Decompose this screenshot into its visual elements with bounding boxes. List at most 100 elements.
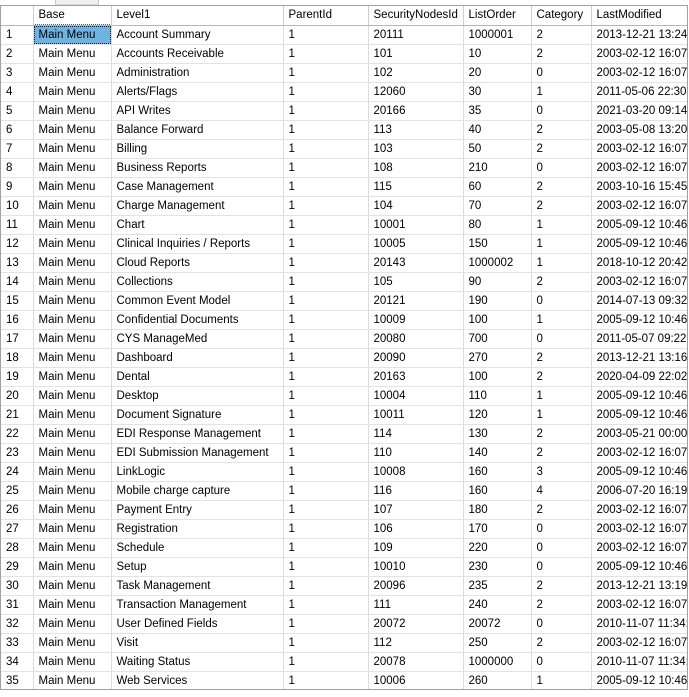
- cell-parentid[interactable]: 1: [283, 671, 369, 689]
- cell-level1[interactable]: Confidential Documents: [111, 310, 284, 330]
- cell-level1[interactable]: Registration: [111, 519, 284, 539]
- cell-category[interactable]: 0: [531, 329, 592, 349]
- cell-lastmodified[interactable]: 2003-02-12 16:07:44.977: [591, 139, 687, 159]
- cell-category[interactable]: 0: [531, 519, 592, 539]
- cell-securitynodesid[interactable]: 20096: [368, 576, 464, 596]
- cell-category[interactable]: 1: [531, 405, 592, 425]
- cell-lastmodified[interactable]: 2003-02-12 16:07:44.977: [591, 196, 687, 216]
- cell-level1[interactable]: Account Summary: [111, 25, 284, 45]
- cell-listorder[interactable]: 170: [463, 519, 532, 539]
- cell-parentid[interactable]: 1: [283, 481, 369, 501]
- cell-category[interactable]: 0: [531, 652, 592, 672]
- cell-row-number[interactable]: 2: [1, 44, 34, 64]
- results-grid-panel[interactable]: Base Level1 ParentId SecurityNodesId Lis…: [0, 5, 688, 690]
- cell-category[interactable]: 1: [531, 671, 592, 689]
- cell-base[interactable]: Main Menu: [33, 63, 112, 83]
- cell-level1[interactable]: Web Services: [111, 671, 284, 689]
- cell-securitynodesid[interactable]: 10011: [368, 405, 464, 425]
- cell-lastmodified[interactable]: 2013-12-21 13:24:53.490: [591, 25, 687, 45]
- cell-listorder[interactable]: 40: [463, 120, 532, 140]
- cell-lastmodified[interactable]: 2003-02-12 16:07:44.977: [591, 272, 687, 292]
- cell-lastmodified[interactable]: 2003-05-08 13:20:52.010: [591, 120, 687, 140]
- cell-base[interactable]: Main Menu: [33, 120, 112, 140]
- cell-lastmodified[interactable]: 2011-05-07 09:22:42.653: [591, 329, 687, 349]
- column-header-level1[interactable]: Level1: [111, 6, 284, 26]
- cell-row-number[interactable]: 14: [1, 272, 34, 292]
- cell-listorder[interactable]: 700: [463, 329, 532, 349]
- cell-listorder[interactable]: 120: [463, 405, 532, 425]
- cell-base[interactable]: Main Menu: [33, 101, 112, 121]
- cell-base[interactable]: Main Menu: [33, 253, 112, 273]
- cell-listorder[interactable]: 230: [463, 557, 532, 577]
- cell-base[interactable]: Main Menu: [33, 158, 112, 178]
- cell-base[interactable]: Main Menu: [33, 139, 112, 159]
- table-row[interactable]: 33 Main Menu Visit 1 112 250 2 2003-02-12 16:07…: [1, 633, 687, 653]
- cell-securitynodesid[interactable]: 112: [368, 633, 464, 653]
- cell-securitynodesid[interactable]: 20090: [368, 348, 464, 368]
- cell-level1[interactable]: EDI Submission Management: [111, 443, 284, 463]
- table-row[interactable]: 7 Main Menu Billing 1 103 50 2 2003-02-12 16:07…: [1, 139, 687, 159]
- column-header-parentid[interactable]: ParentId: [283, 6, 369, 26]
- cell-base[interactable]: Main Menu: [33, 576, 112, 596]
- cell-securitynodesid[interactable]: 12060: [368, 82, 464, 102]
- cell-parentid[interactable]: 1: [283, 424, 369, 444]
- table-row[interactable]: 6 Main Menu Balance Forward 1 113 40 2 2003-05-…: [1, 120, 687, 140]
- cell-base[interactable]: Main Menu: [33, 272, 112, 292]
- cell-base[interactable]: Main Menu: [33, 44, 112, 64]
- cell-securitynodesid[interactable]: 20163: [368, 367, 464, 387]
- cell-category[interactable]: 2: [531, 633, 592, 653]
- cell-securitynodesid[interactable]: 20143: [368, 253, 464, 273]
- cell-securitynodesid[interactable]: 20111: [368, 25, 464, 45]
- table-row[interactable]: 2 Main Menu Accounts Receivable 1 101 10 2 2003…: [1, 44, 687, 64]
- cell-lastmodified[interactable]: 2005-09-12 10:46:48.240: [591, 405, 687, 425]
- cell-listorder[interactable]: 70: [463, 196, 532, 216]
- cell-row-number[interactable]: 3: [1, 63, 34, 83]
- cell-row-number[interactable]: 11: [1, 215, 34, 235]
- cell-parentid[interactable]: 1: [283, 462, 369, 482]
- cell-category[interactable]: 2: [531, 500, 592, 520]
- cell-listorder[interactable]: 10: [463, 44, 532, 64]
- cell-parentid[interactable]: 1: [283, 120, 369, 140]
- cell-lastmodified[interactable]: 2010-11-07 11:34:21.813: [591, 614, 687, 634]
- cell-category[interactable]: 1: [531, 310, 592, 330]
- cell-row-number[interactable]: 27: [1, 519, 34, 539]
- cell-lastmodified[interactable]: 2005-09-12 10:46:48.240: [591, 310, 687, 330]
- cell-base[interactable]: Main Menu: [33, 329, 112, 349]
- cell-listorder[interactable]: 190: [463, 291, 532, 311]
- cell-lastmodified[interactable]: 2003-02-12 16:07:44.977: [591, 538, 687, 558]
- cell-listorder[interactable]: 130: [463, 424, 532, 444]
- cell-row-number[interactable]: 23: [1, 443, 34, 463]
- table-row[interactable]: 14 Main Menu Collections 1 105 90 2 2003-02-12 …: [1, 272, 687, 292]
- cell-row-number[interactable]: 22: [1, 424, 34, 444]
- column-header-category[interactable]: Category: [531, 6, 592, 26]
- table-row[interactable]: 17 Main Menu CYS ManageMed 1 20080 700 0 2011-0…: [1, 329, 687, 349]
- cell-listorder[interactable]: 20072: [463, 614, 532, 634]
- cell-level1[interactable]: Document Signature: [111, 405, 284, 425]
- cell-lastmodified[interactable]: 2005-09-12 10:46:48.240: [591, 234, 687, 254]
- cell-category[interactable]: 2: [531, 595, 592, 615]
- cell-row-number[interactable]: 31: [1, 595, 34, 615]
- cell-lastmodified[interactable]: 2005-09-12 10:46:48.240: [591, 557, 687, 577]
- cell-securitynodesid[interactable]: 108: [368, 158, 464, 178]
- cell-row-number[interactable]: 35: [1, 671, 34, 689]
- cell-level1[interactable]: Business Reports: [111, 158, 284, 178]
- cell-category[interactable]: 2: [531, 443, 592, 463]
- table-row[interactable]: 11 Main Menu Chart 1 10001 80 1 2005-09-12 10:4…: [1, 215, 687, 235]
- cell-listorder[interactable]: 30: [463, 82, 532, 102]
- table-row[interactable]: 24 Main Menu LinkLogic 1 10008 160 3 2005-09-12…: [1, 462, 687, 482]
- table-row[interactable]: 12 Main Menu Clinical Inquiries / Reports 1…: [1, 234, 687, 254]
- cell-level1[interactable]: Common Event Model: [111, 291, 284, 311]
- table-row[interactable]: 28 Main Menu Schedule 1 109 220 0 2003-02-12 16…: [1, 538, 687, 558]
- cell-category[interactable]: 1: [531, 215, 592, 235]
- cell-parentid[interactable]: 1: [283, 177, 369, 197]
- cell-base[interactable]: Main Menu: [33, 633, 112, 653]
- cell-base[interactable]: Main Menu: [33, 538, 112, 558]
- cell-securitynodesid[interactable]: 10005: [368, 234, 464, 254]
- table-row[interactable]: 3 Main Menu Administration 1 102 20 0 2003-02-1…: [1, 63, 687, 83]
- cell-base[interactable]: Main Menu: [33, 557, 112, 577]
- cell-row-number[interactable]: 4: [1, 82, 34, 102]
- cell-securitynodesid[interactable]: 20072: [368, 614, 464, 634]
- cell-listorder[interactable]: 110: [463, 386, 532, 406]
- cell-parentid[interactable]: 1: [283, 576, 369, 596]
- cell-base[interactable]: Main Menu: [33, 405, 112, 425]
